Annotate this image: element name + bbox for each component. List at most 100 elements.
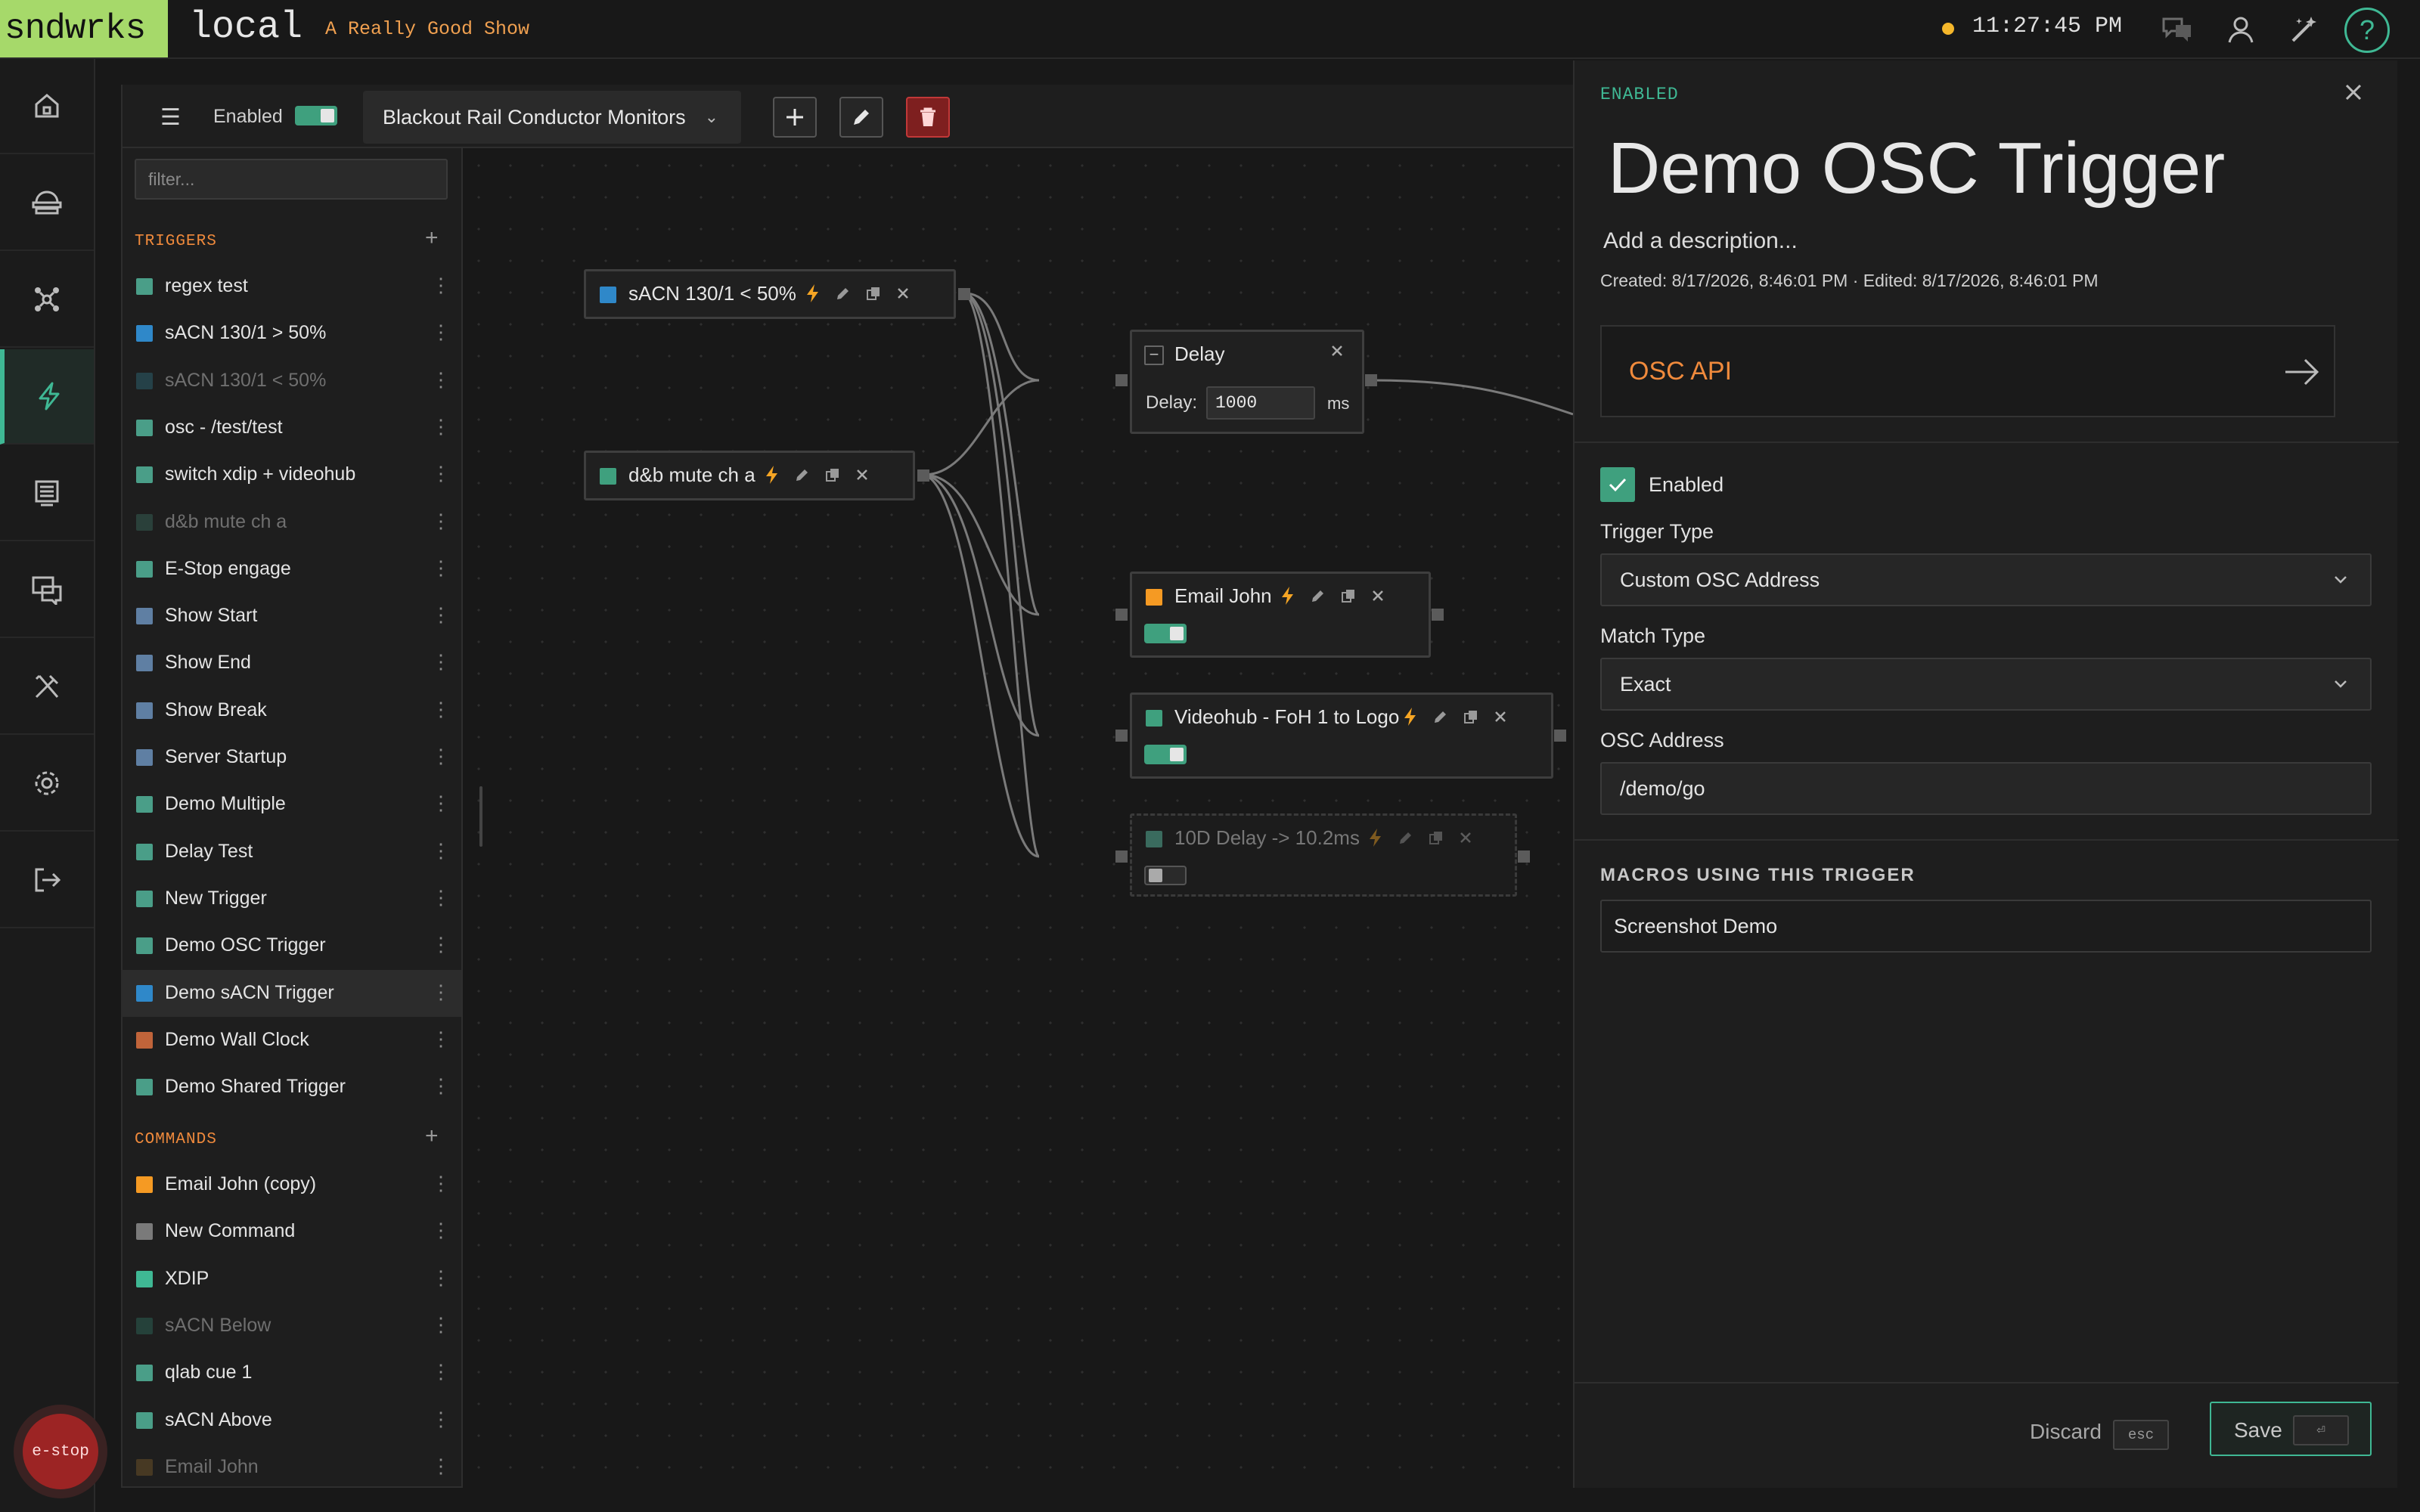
trigger-item[interactable]: sACN 130/1 < 50% ⋮: [121, 358, 461, 404]
trigger-item[interactable]: d&b mute ch a ⋮: [121, 499, 461, 546]
copy-icon[interactable]: [1341, 588, 1356, 603]
chat-icon[interactable]: [0, 543, 94, 638]
more-options-icon[interactable]: ⋮: [431, 933, 451, 956]
more-options-icon[interactable]: ⋮: [431, 839, 451, 863]
more-options-icon[interactable]: ⋮: [431, 462, 451, 485]
close-icon[interactable]: [2343, 82, 2364, 103]
copy-icon[interactable]: [1463, 709, 1478, 724]
output-port[interactable]: [1365, 374, 1377, 386]
node-enabled-toggle[interactable]: [1144, 745, 1187, 764]
edit-icon[interactable]: [1311, 588, 1326, 603]
more-options-icon[interactable]: ⋮: [431, 321, 451, 344]
trigger-item[interactable]: Show Start ⋮: [121, 593, 461, 640]
network-icon[interactable]: [0, 253, 94, 348]
monitor-icon[interactable]: [0, 446, 94, 541]
more-options-icon[interactable]: ⋮: [431, 886, 451, 909]
node-sacn-trigger[interactable]: sACN 130/1 < 50%: [584, 269, 970, 319]
more-options-icon[interactable]: ⋮: [431, 1313, 451, 1337]
copy-icon[interactable]: [866, 286, 881, 301]
node-db-trigger[interactable]: d&b mute ch a: [584, 451, 929, 500]
lightning-icon[interactable]: [1368, 828, 1383, 847]
magic-wand-icon[interactable]: [2285, 11, 2323, 48]
more-options-icon[interactable]: ⋮: [431, 556, 451, 580]
edit-icon[interactable]: [795, 467, 810, 482]
output-port[interactable]: [1518, 850, 1530, 863]
delete-button[interactable]: [906, 97, 950, 138]
more-options-icon[interactable]: ⋮: [431, 698, 451, 721]
command-item[interactable]: Email John ⋮: [121, 1444, 461, 1491]
more-options-icon[interactable]: ⋮: [431, 510, 451, 533]
input-port[interactable]: [1115, 850, 1128, 863]
close-icon[interactable]: [1459, 831, 1472, 844]
osc-address-input[interactable]: /demo/go: [1600, 762, 2372, 815]
trigger-item[interactable]: switch xdip + videohub ⋮: [121, 451, 461, 498]
node-enabled-toggle[interactable]: [1144, 624, 1187, 643]
trigger-item[interactable]: sACN 130/1 > 50% ⋮: [121, 310, 461, 357]
output-port[interactable]: [1432, 609, 1444, 621]
discard-button[interactable]: Discard: [2030, 1420, 2102, 1444]
more-options-icon[interactable]: ⋮: [431, 274, 451, 297]
copy-icon[interactable]: [1429, 830, 1444, 845]
node-10d-delay[interactable]: 10D Delay -> 10.2ms: [1115, 813, 1530, 897]
node-videohub[interactable]: Videohub - FoH 1 to Logo: [1115, 692, 1566, 779]
command-item[interactable]: sACN Above ⋮: [121, 1397, 461, 1444]
macro-reference-item[interactable]: Screenshot Demo: [1600, 900, 2372, 953]
delay-input[interactable]: 1000: [1206, 386, 1315, 420]
protocol-card[interactable]: OSC API: [1600, 325, 2335, 417]
more-options-icon[interactable]: ⋮: [431, 981, 451, 1004]
edit-button[interactable]: [839, 97, 883, 138]
edit-icon[interactable]: [1398, 830, 1413, 845]
more-options-icon[interactable]: ⋮: [431, 368, 451, 392]
gear-icon[interactable]: [0, 736, 94, 832]
trigger-item[interactable]: Demo sACN Trigger ⋮: [121, 969, 461, 1017]
menu-icon[interactable]: ☰: [160, 104, 181, 131]
close-icon[interactable]: [855, 468, 869, 482]
output-port[interactable]: [1554, 730, 1566, 742]
output-port[interactable]: [958, 288, 970, 300]
trigger-item[interactable]: Server Startup ⋮: [121, 734, 461, 781]
more-options-icon[interactable]: ⋮: [431, 1219, 451, 1242]
input-port[interactable]: [1115, 730, 1128, 742]
copy-icon[interactable]: [825, 467, 840, 482]
filter-input[interactable]: filter...: [135, 159, 448, 200]
more-options-icon[interactable]: ⋮: [431, 745, 451, 768]
input-port[interactable]: [1115, 609, 1128, 621]
logout-icon[interactable]: [0, 833, 94, 928]
trigger-description[interactable]: Add a description...: [1603, 228, 1798, 254]
trigger-item[interactable]: Delay Test ⋮: [121, 829, 461, 875]
add-command-icon[interactable]: +: [425, 1123, 439, 1149]
trigger-item[interactable]: Demo Shared Trigger ⋮: [121, 1064, 461, 1111]
home-icon[interactable]: [0, 59, 94, 154]
close-icon[interactable]: [896, 287, 910, 300]
output-port[interactable]: [917, 469, 929, 482]
trigger-item[interactable]: Demo Multiple ⋮: [121, 781, 461, 828]
command-item[interactable]: sACN Below ⋮: [121, 1303, 461, 1349]
trigger-item[interactable]: New Trigger ⋮: [121, 875, 461, 922]
more-options-icon[interactable]: ⋮: [431, 1408, 451, 1431]
node-enabled-toggle[interactable]: [1144, 866, 1187, 885]
macro-canvas[interactable]: sACN 130/1 < 50% d&b mute ch a − Delay D…: [463, 150, 1573, 1488]
user-icon[interactable]: [2222, 11, 2260, 48]
more-options-icon[interactable]: ⋮: [431, 792, 451, 815]
collapse-icon[interactable]: −: [1144, 345, 1164, 365]
trigger-item[interactable]: Show Break ⋮: [121, 687, 461, 734]
more-options-icon[interactable]: ⋮: [431, 650, 451, 674]
more-options-icon[interactable]: ⋮: [431, 1266, 451, 1290]
trigger-item[interactable]: Show End ⋮: [121, 640, 461, 686]
trigger-type-select[interactable]: Custom OSC Address: [1600, 553, 2372, 606]
lightning-icon[interactable]: [805, 284, 821, 303]
trigger-item[interactable]: osc - /test/test ⋮: [121, 404, 461, 451]
trigger-item[interactable]: E-Stop engage ⋮: [121, 546, 461, 593]
command-item[interactable]: New Command ⋮: [121, 1208, 461, 1255]
e-stop-button[interactable]: e-stop: [14, 1405, 107, 1498]
trigger-enabled-checkbox[interactable]: [1600, 467, 1635, 502]
trigger-item[interactable]: regex test ⋮: [121, 263, 461, 310]
panel-resize-handle[interactable]: [479, 786, 482, 847]
app-logo[interactable]: sndwrks: [0, 0, 168, 57]
command-item[interactable]: XDIP ⋮: [121, 1256, 461, 1303]
more-options-icon[interactable]: ⋮: [431, 1455, 451, 1478]
lightning-icon[interactable]: [1280, 586, 1295, 606]
node-delay[interactable]: − Delay Delay: 1000 ms: [1115, 330, 1377, 434]
node-email-john[interactable]: Email John: [1115, 572, 1444, 658]
lightning-icon[interactable]: [0, 349, 94, 445]
